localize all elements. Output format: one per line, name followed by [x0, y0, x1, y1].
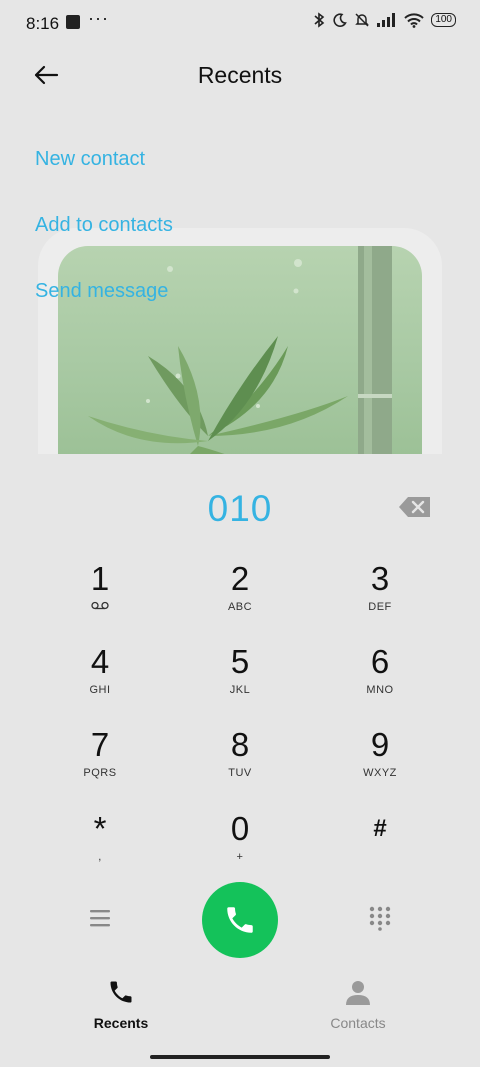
menu-icon [90, 910, 110, 927]
key-9[interactable]: 9 WXYZ [320, 728, 440, 798]
moon-icon [333, 12, 348, 27]
key-digit: 9 [370, 726, 390, 763]
key-3[interactable]: 3 DEF [320, 562, 440, 632]
key-digit: 7 [90, 726, 110, 763]
key-letters: + [236, 851, 244, 863]
nav-recents-label: Recents [93, 1015, 149, 1031]
notification-app-icon [66, 15, 80, 29]
more-notifications-icon: ··· [88, 8, 109, 28]
key-digit: 1 [90, 560, 110, 597]
key-digit: 8 [230, 726, 250, 763]
bluetooth-icon [314, 12, 325, 28]
dialpad-icon [369, 906, 391, 931]
key-7[interactable]: 7 PQRS [40, 728, 160, 798]
app-header: Recents [0, 50, 480, 106]
key-8[interactable]: 8 TUV [180, 728, 300, 798]
key-6[interactable]: 6 MNO [320, 645, 440, 715]
menu-button[interactable] [86, 905, 114, 931]
status-bar: 8:16 ··· 100 [0, 0, 480, 46]
wifi-icon [404, 12, 425, 28]
nav-contacts-label: Contacts [330, 1015, 386, 1031]
key-letters: MNO [366, 684, 394, 696]
key-digit: 6 [370, 643, 390, 680]
bamboo-illustration [88, 246, 392, 454]
new-contact-link[interactable]: New contact [35, 148, 145, 171]
key-letters: DEF [368, 601, 392, 613]
bamboo-wallpaper-image [58, 246, 422, 454]
mute-bell-icon [355, 13, 370, 27]
key-digit: # [373, 815, 387, 842]
key-letters: GHI [89, 684, 111, 696]
wallpaper-preview [38, 228, 442, 454]
add-to-contacts-link[interactable]: Add to contacts [35, 214, 173, 237]
key-star[interactable]: * , [40, 812, 160, 882]
nav-recents-tab[interactable]: Recents [61, 978, 181, 1031]
key-letters: PQRS [83, 767, 117, 779]
phone-icon [110, 981, 132, 1003]
send-message-link[interactable]: Send message [35, 280, 168, 303]
key-4[interactable]: 4 GHI [40, 645, 160, 715]
key-letters: JKL [229, 684, 251, 696]
battery-indicator: 100 [431, 13, 456, 27]
voicemail-icon [40, 601, 160, 613]
backspace-button[interactable] [398, 496, 432, 518]
signal-icon [377, 13, 396, 27]
key-digit: 3 [370, 560, 390, 597]
key-letters: ABC [227, 601, 253, 613]
key-2[interactable]: 2 ABC [180, 562, 300, 632]
dialpad-toggle-button[interactable] [368, 905, 392, 931]
key-1[interactable]: 1 [40, 562, 160, 632]
key-letters: TUV [228, 767, 252, 779]
call-button[interactable] [202, 882, 278, 958]
key-letters: WXYZ [363, 767, 397, 779]
key-hash[interactable]: # [320, 812, 440, 882]
backspace-icon [399, 497, 430, 517]
status-icons: 100 [313, 12, 456, 28]
key-digit: 2 [230, 560, 250, 597]
home-indicator[interactable] [150, 1055, 330, 1059]
nav-contacts-tab[interactable]: Contacts [298, 978, 418, 1031]
key-digit: 0 [230, 810, 250, 847]
status-time: 8:16 [26, 14, 60, 33]
phone-icon [227, 907, 253, 933]
page-title: Recents [197, 62, 283, 88]
key-digit: 5 [230, 643, 250, 680]
key-digit: 4 [90, 643, 110, 680]
key-digit: * [93, 810, 107, 847]
person-icon [346, 981, 370, 1005]
key-0[interactable]: 0 + [180, 812, 300, 882]
key-letters: , [98, 851, 102, 863]
key-5[interactable]: 5 JKL [180, 645, 300, 715]
